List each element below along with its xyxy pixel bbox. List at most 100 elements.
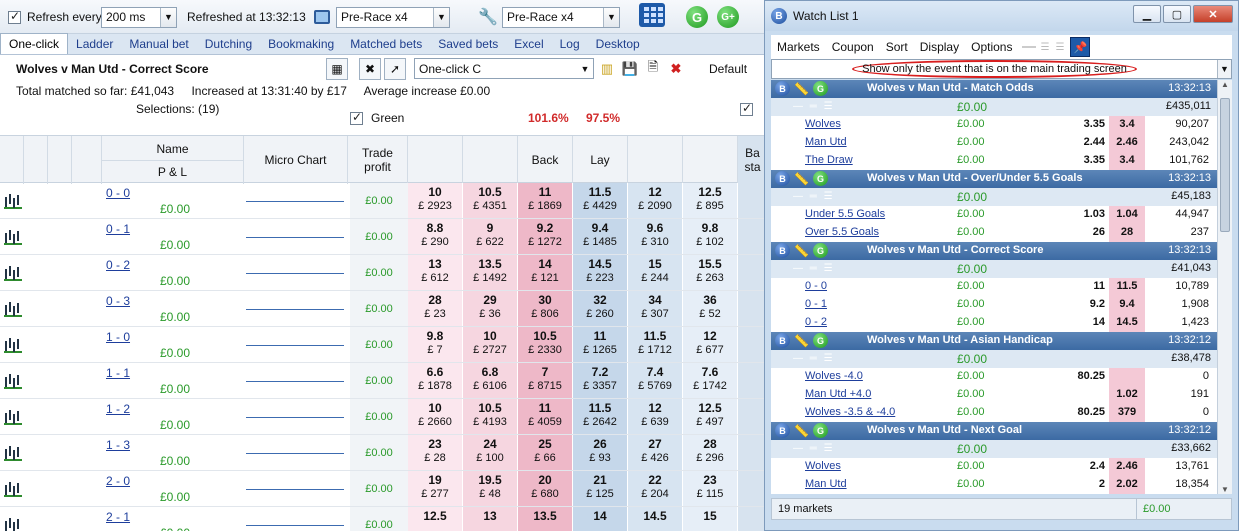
lay-price[interactable]: 2.46 [1109, 134, 1145, 152]
save-new-icon[interactable]: 🗎 [644, 59, 662, 78]
one-click-profile-select[interactable]: One-click C ▼ [414, 58, 594, 79]
back-price[interactable]: 2.44 [1057, 134, 1109, 152]
green-checkbox[interactable] [350, 110, 363, 125]
market-header[interactable]: B 📏 G Wolves v Man Utd - Next Goal 13:32:12 [771, 422, 1217, 440]
tab-bookmaking[interactable]: Bookmaking [260, 34, 342, 54]
back-price-3[interactable]: 28 £ 23 [408, 291, 463, 326]
back-price-2[interactable]: 13.5 £ 1492 [463, 255, 518, 290]
selection-name[interactable]: 0 - 0 [805, 280, 827, 292]
selection-name[interactable]: 0 - 1 [805, 298, 827, 310]
lay-price-2[interactable]: 27 £ 426 [628, 435, 683, 470]
watch-titlebar[interactable]: B Watch List 1 ▁ ▢ ✕ [765, 1, 1238, 31]
menu-display[interactable]: Display [914, 40, 965, 54]
g-icon[interactable]: G [813, 333, 828, 348]
tab-dutching[interactable]: Dutching [197, 34, 260, 54]
back-price-1[interactable]: 30 £ 806 [518, 291, 573, 326]
back-price[interactable]: 14 [1057, 314, 1109, 332]
collapse-lines-icon[interactable]: — ═ ☰ [793, 101, 835, 112]
back-price-2[interactable]: 9 £ 622 [463, 219, 518, 254]
collapse-lines-icon[interactable]: — ═ ☰ [793, 263, 835, 274]
back-price-2[interactable]: 29 £ 36 [463, 291, 518, 326]
lay-price-2[interactable]: 7.4 £ 5769 [628, 363, 683, 398]
tab-manual-bet[interactable]: Manual bet [121, 34, 196, 54]
back-price[interactable] [1057, 386, 1109, 404]
col-trade-profit[interactable]: Trade profit [348, 136, 408, 184]
selection-name[interactable]: 1 - 2 [106, 402, 130, 416]
lay-price-2[interactable]: 14.5 [628, 507, 683, 531]
collapse-icon[interactable] [1022, 46, 1037, 48]
ruler-icon[interactable]: 📏 [794, 333, 809, 348]
betfair-icon[interactable]: B [775, 423, 790, 438]
back-price-1[interactable]: 13.5 [518, 507, 573, 531]
selection-name[interactable]: Under 5.5 Goals [805, 208, 885, 220]
list-icon[interactable]: ☰ [1055, 42, 1064, 53]
columns-icon[interactable]: ▥ [598, 60, 616, 78]
lay-price-3[interactable]: 12 £ 677 [683, 327, 738, 362]
tab-excel[interactable]: Excel [506, 34, 551, 54]
chevron-down-icon[interactable]: ▼ [603, 7, 619, 27]
col-name[interactable]: Name P & L [102, 136, 244, 184]
lay-price-1[interactable]: 14 [573, 507, 628, 531]
lay-price-3[interactable]: 15 [683, 507, 738, 531]
lay-price[interactable]: 14.5 [1109, 314, 1145, 332]
col-lay[interactable]: Lay [573, 136, 628, 184]
back-price-3[interactable]: 10 £ 2660 [408, 399, 463, 434]
back-price[interactable]: 3.35 [1057, 152, 1109, 170]
lay-price-1[interactable]: 9.4 £ 1485 [573, 219, 628, 254]
lay-price[interactable]: 11.5 [1109, 278, 1145, 296]
back-price-3[interactable]: 10 £ 2923 [408, 183, 463, 218]
collapse-lines-icon[interactable]: — ═ ☰ [793, 353, 835, 364]
lay-price-3[interactable]: 9.8 £ 102 [683, 219, 738, 254]
expand-icon[interactable]: ☰ [1040, 42, 1049, 53]
back-price-1[interactable]: 25 £ 66 [518, 435, 573, 470]
chevron-down-icon[interactable]: ▼ [1217, 60, 1231, 78]
lay-price-1[interactable]: 14.5 £ 223 [573, 255, 628, 290]
g-icon[interactable]: G [813, 423, 828, 438]
lay-price-1[interactable]: 21 £ 125 [573, 471, 628, 506]
selection-name[interactable]: 2 - 1 [106, 510, 130, 524]
tab-desktop[interactable]: Desktop [588, 34, 648, 54]
menu-coupon[interactable]: Coupon [826, 40, 880, 54]
lay-price-2[interactable]: 9.6 £ 310 [628, 219, 683, 254]
back-price-2[interactable]: 10.5 £ 4193 [463, 399, 518, 434]
col-micro-chart[interactable]: Micro Chart [244, 136, 348, 184]
betfair-icon[interactable]: B [775, 81, 790, 96]
selection-name[interactable]: 1 - 0 [106, 330, 130, 344]
selection-name[interactable]: The Draw [805, 154, 853, 166]
back-price-1[interactable]: 9.2 £ 1272 [518, 219, 573, 254]
selection-name[interactable]: Wolves -3.5 & -4.0 [805, 406, 895, 418]
menu-sort[interactable]: Sort [880, 40, 914, 54]
lay-price[interactable]: 379 [1109, 404, 1145, 422]
pin-icon[interactable]: 📌 [1070, 37, 1091, 57]
ruler-icon[interactable]: 📏 [794, 423, 809, 438]
grid-view-icon[interactable]: ▦ [326, 58, 348, 80]
col-back[interactable]: Back [518, 136, 573, 184]
delete-icon[interactable]: ✖ [667, 60, 685, 78]
back-price[interactable]: 9.2 [1057, 296, 1109, 314]
back-price-1[interactable]: 11 £ 1869 [518, 183, 573, 218]
back-price-2[interactable]: 19.5 £ 48 [463, 471, 518, 506]
price-chart-icon[interactable] [4, 193, 22, 209]
selection-name[interactable]: Wolves -4.0 [805, 370, 863, 382]
screen-profile-select[interactable]: Pre-Race x4 ▼ [336, 6, 450, 28]
lay-price-2[interactable]: 12 £ 639 [628, 399, 683, 434]
lay-price[interactable]: 2.02 [1109, 476, 1145, 494]
selection-name[interactable]: 0 - 2 [106, 258, 130, 272]
back-price-3[interactable]: 6.6 £ 1878 [408, 363, 463, 398]
lay-price-2[interactable]: 15 £ 244 [628, 255, 683, 290]
selection-name[interactable]: Man Utd +4.0 [805, 388, 871, 400]
refresh-interval-select[interactable]: 200 ms ▼ [101, 6, 177, 28]
selection-name[interactable]: 0 - 3 [106, 294, 130, 308]
back-price-2[interactable]: 10 £ 2727 [463, 327, 518, 362]
lay-price-1[interactable]: 11.5 £ 4429 [573, 183, 628, 218]
lay-price[interactable]: 9.4 [1109, 296, 1145, 314]
wrench-icon[interactable]: 🔧 [478, 7, 498, 27]
back-price[interactable]: 11 [1057, 278, 1109, 296]
lay-price-3[interactable]: 28 £ 296 [683, 435, 738, 470]
g-icon[interactable]: G [813, 81, 828, 96]
close-button[interactable]: ✕ [1193, 5, 1233, 23]
back-price[interactable]: 80.25 [1057, 368, 1109, 386]
lay-price[interactable] [1109, 368, 1145, 386]
lay-price-3[interactable]: 15.5 £ 263 [683, 255, 738, 290]
calculator-icon[interactable] [639, 3, 665, 27]
